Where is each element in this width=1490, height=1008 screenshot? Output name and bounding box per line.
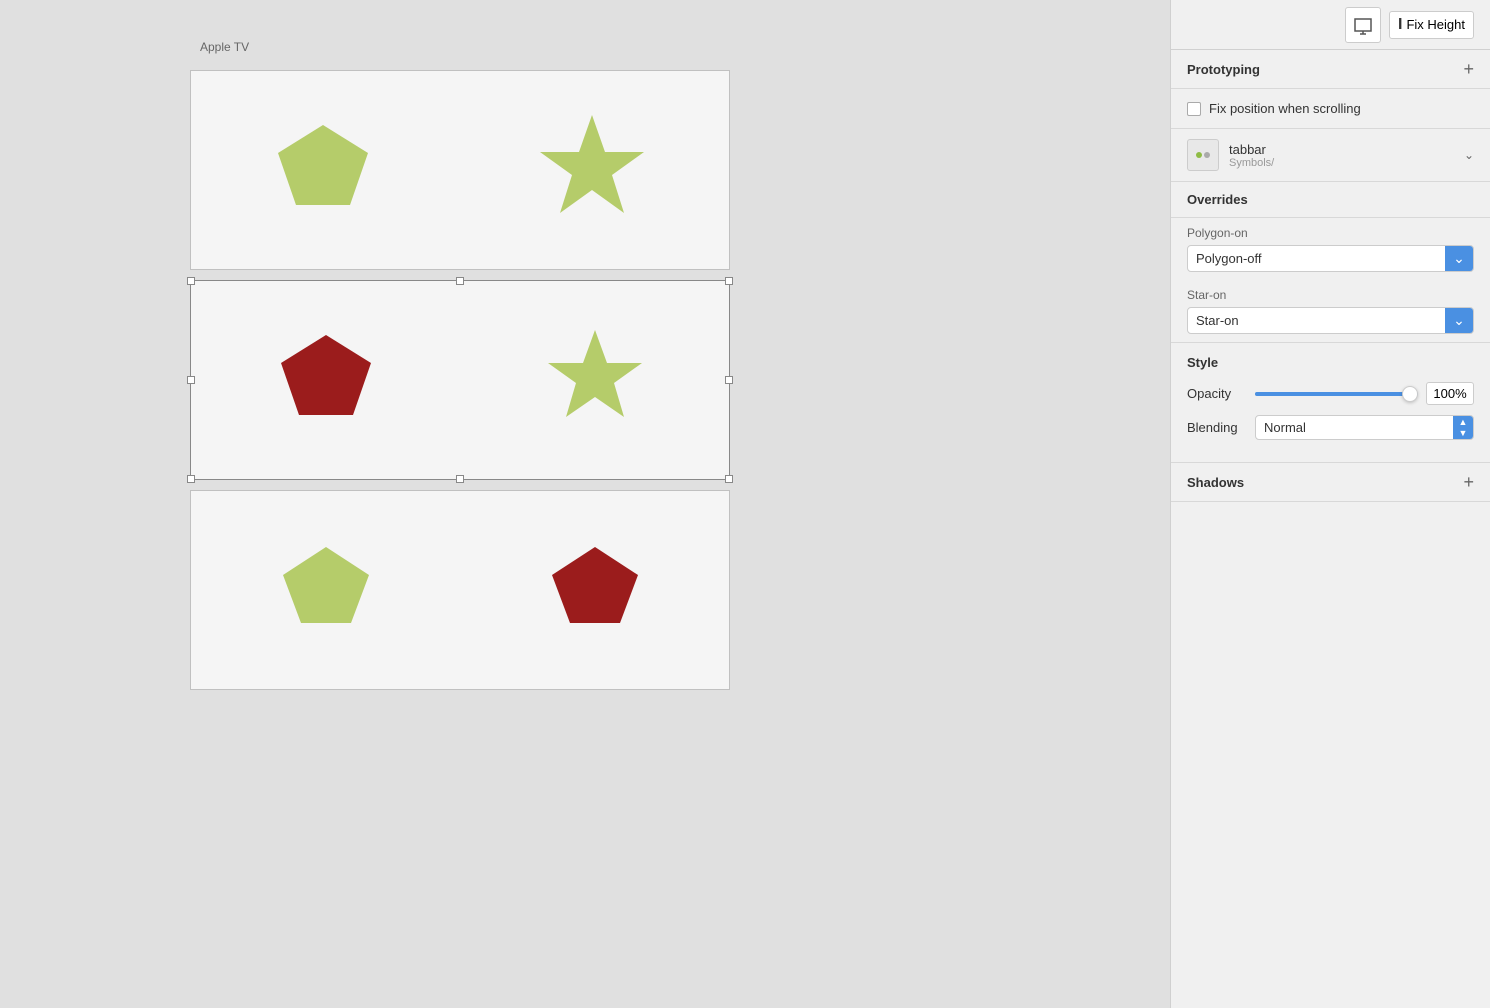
shadows-add-button[interactable]: + bbox=[1463, 473, 1474, 491]
overrides-header: Overrides bbox=[1171, 182, 1490, 218]
overrides-title: Overrides bbox=[1187, 192, 1248, 207]
star-override-label: Star-on bbox=[1187, 288, 1474, 302]
blending-value: Normal bbox=[1256, 416, 1453, 439]
star-override-value: Star-on bbox=[1188, 308, 1445, 333]
handle-br bbox=[725, 475, 733, 483]
shadows-header: Shadows + bbox=[1171, 463, 1490, 502]
symbol-thumbnail bbox=[1187, 139, 1219, 171]
polygon-override: Polygon-on Polygon-off ⌄ bbox=[1171, 218, 1490, 280]
resize-icon[interactable] bbox=[1345, 7, 1381, 43]
sym-dot-1 bbox=[1196, 152, 1202, 158]
style-section: Style Opacity Blending Normal ▲ ▼ bbox=[1171, 343, 1490, 463]
shape-2-left bbox=[271, 325, 381, 435]
opacity-value-input[interactable] bbox=[1426, 382, 1474, 405]
slider-thumb[interactable] bbox=[1402, 386, 1418, 402]
blending-select[interactable]: Normal ▲ ▼ bbox=[1255, 415, 1474, 440]
symbol-row[interactable]: tabbar Symbols/ ⌄ bbox=[1171, 129, 1490, 182]
polygon-override-dropdown-btn[interactable]: ⌄ bbox=[1445, 246, 1473, 271]
shadows-section: Shadows + bbox=[1171, 463, 1490, 502]
shape-1-right bbox=[532, 110, 652, 230]
shape-1-left bbox=[268, 115, 378, 225]
polygon-override-value: Polygon-off bbox=[1188, 246, 1445, 271]
prototyping-add-button[interactable]: + bbox=[1463, 60, 1474, 78]
star-override-dropdown-btn[interactable]: ⌄ bbox=[1445, 308, 1473, 333]
blending-row: Blending Normal ▲ ▼ bbox=[1187, 415, 1474, 440]
opacity-row: Opacity bbox=[1187, 382, 1474, 405]
blending-down-arrow: ▼ bbox=[1459, 428, 1468, 439]
handle-tm bbox=[456, 277, 464, 285]
prototyping-header: Prototyping + bbox=[1171, 50, 1490, 89]
fix-scroll-label: Fix position when scrolling bbox=[1209, 101, 1361, 116]
fix-scroll-row: Fix position when scrolling bbox=[1171, 89, 1490, 129]
top-bar: I Fix Height bbox=[1171, 0, 1490, 50]
shape-2-right bbox=[540, 325, 650, 435]
polygon-override-select[interactable]: Polygon-off ⌄ bbox=[1187, 245, 1474, 272]
right-panel: I Fix Height Prototyping + Fix position … bbox=[1170, 0, 1490, 1008]
shape-3-left bbox=[271, 535, 381, 645]
slider-fill bbox=[1255, 392, 1418, 396]
handle-tr bbox=[725, 277, 733, 285]
handle-bl bbox=[187, 475, 195, 483]
handle-bm bbox=[456, 475, 464, 483]
blending-arrows[interactable]: ▲ ▼ bbox=[1453, 416, 1473, 439]
star-override-select[interactable]: Star-on ⌄ bbox=[1187, 307, 1474, 334]
shadows-title: Shadows bbox=[1187, 475, 1244, 490]
slider-track bbox=[1255, 392, 1418, 396]
symbol-name: tabbar bbox=[1229, 142, 1454, 157]
style-title: Style bbox=[1187, 355, 1474, 370]
blending-up-arrow: ▲ bbox=[1459, 417, 1468, 428]
handle-tl bbox=[187, 277, 195, 285]
prototyping-title: Prototyping bbox=[1187, 62, 1260, 77]
symbol-chevron[interactable]: ⌄ bbox=[1464, 148, 1474, 162]
star-override: Star-on Star-on ⌄ bbox=[1171, 280, 1490, 342]
fix-height-icon: I bbox=[1398, 16, 1402, 34]
symbol-frame-2[interactable] bbox=[190, 280, 730, 480]
sym-dot-2 bbox=[1204, 152, 1210, 158]
opacity-slider[interactable] bbox=[1255, 386, 1418, 402]
canvas-content bbox=[190, 70, 830, 700]
symbol-info: tabbar Symbols/ bbox=[1229, 142, 1454, 169]
symbol-frame-3[interactable] bbox=[190, 490, 730, 690]
handle-ml bbox=[187, 376, 195, 384]
handle-mr bbox=[725, 376, 733, 384]
opacity-label: Opacity bbox=[1187, 386, 1247, 401]
fix-scroll-checkbox[interactable] bbox=[1187, 102, 1201, 116]
polygon-override-label: Polygon-on bbox=[1187, 226, 1474, 240]
symbol-path: Symbols/ bbox=[1229, 157, 1454, 169]
canvas-label: Apple TV bbox=[200, 40, 249, 54]
blending-label: Blending bbox=[1187, 420, 1247, 435]
symbol-frame-1[interactable] bbox=[190, 70, 730, 270]
shape-3-right bbox=[540, 535, 650, 645]
canvas-area: Apple TV bbox=[0, 0, 1170, 1008]
fix-height-button[interactable]: I Fix Height bbox=[1389, 11, 1474, 39]
overrides-section: Overrides Polygon-on Polygon-off ⌄ Star-… bbox=[1171, 182, 1490, 343]
fix-height-label: Fix Height bbox=[1406, 17, 1465, 32]
